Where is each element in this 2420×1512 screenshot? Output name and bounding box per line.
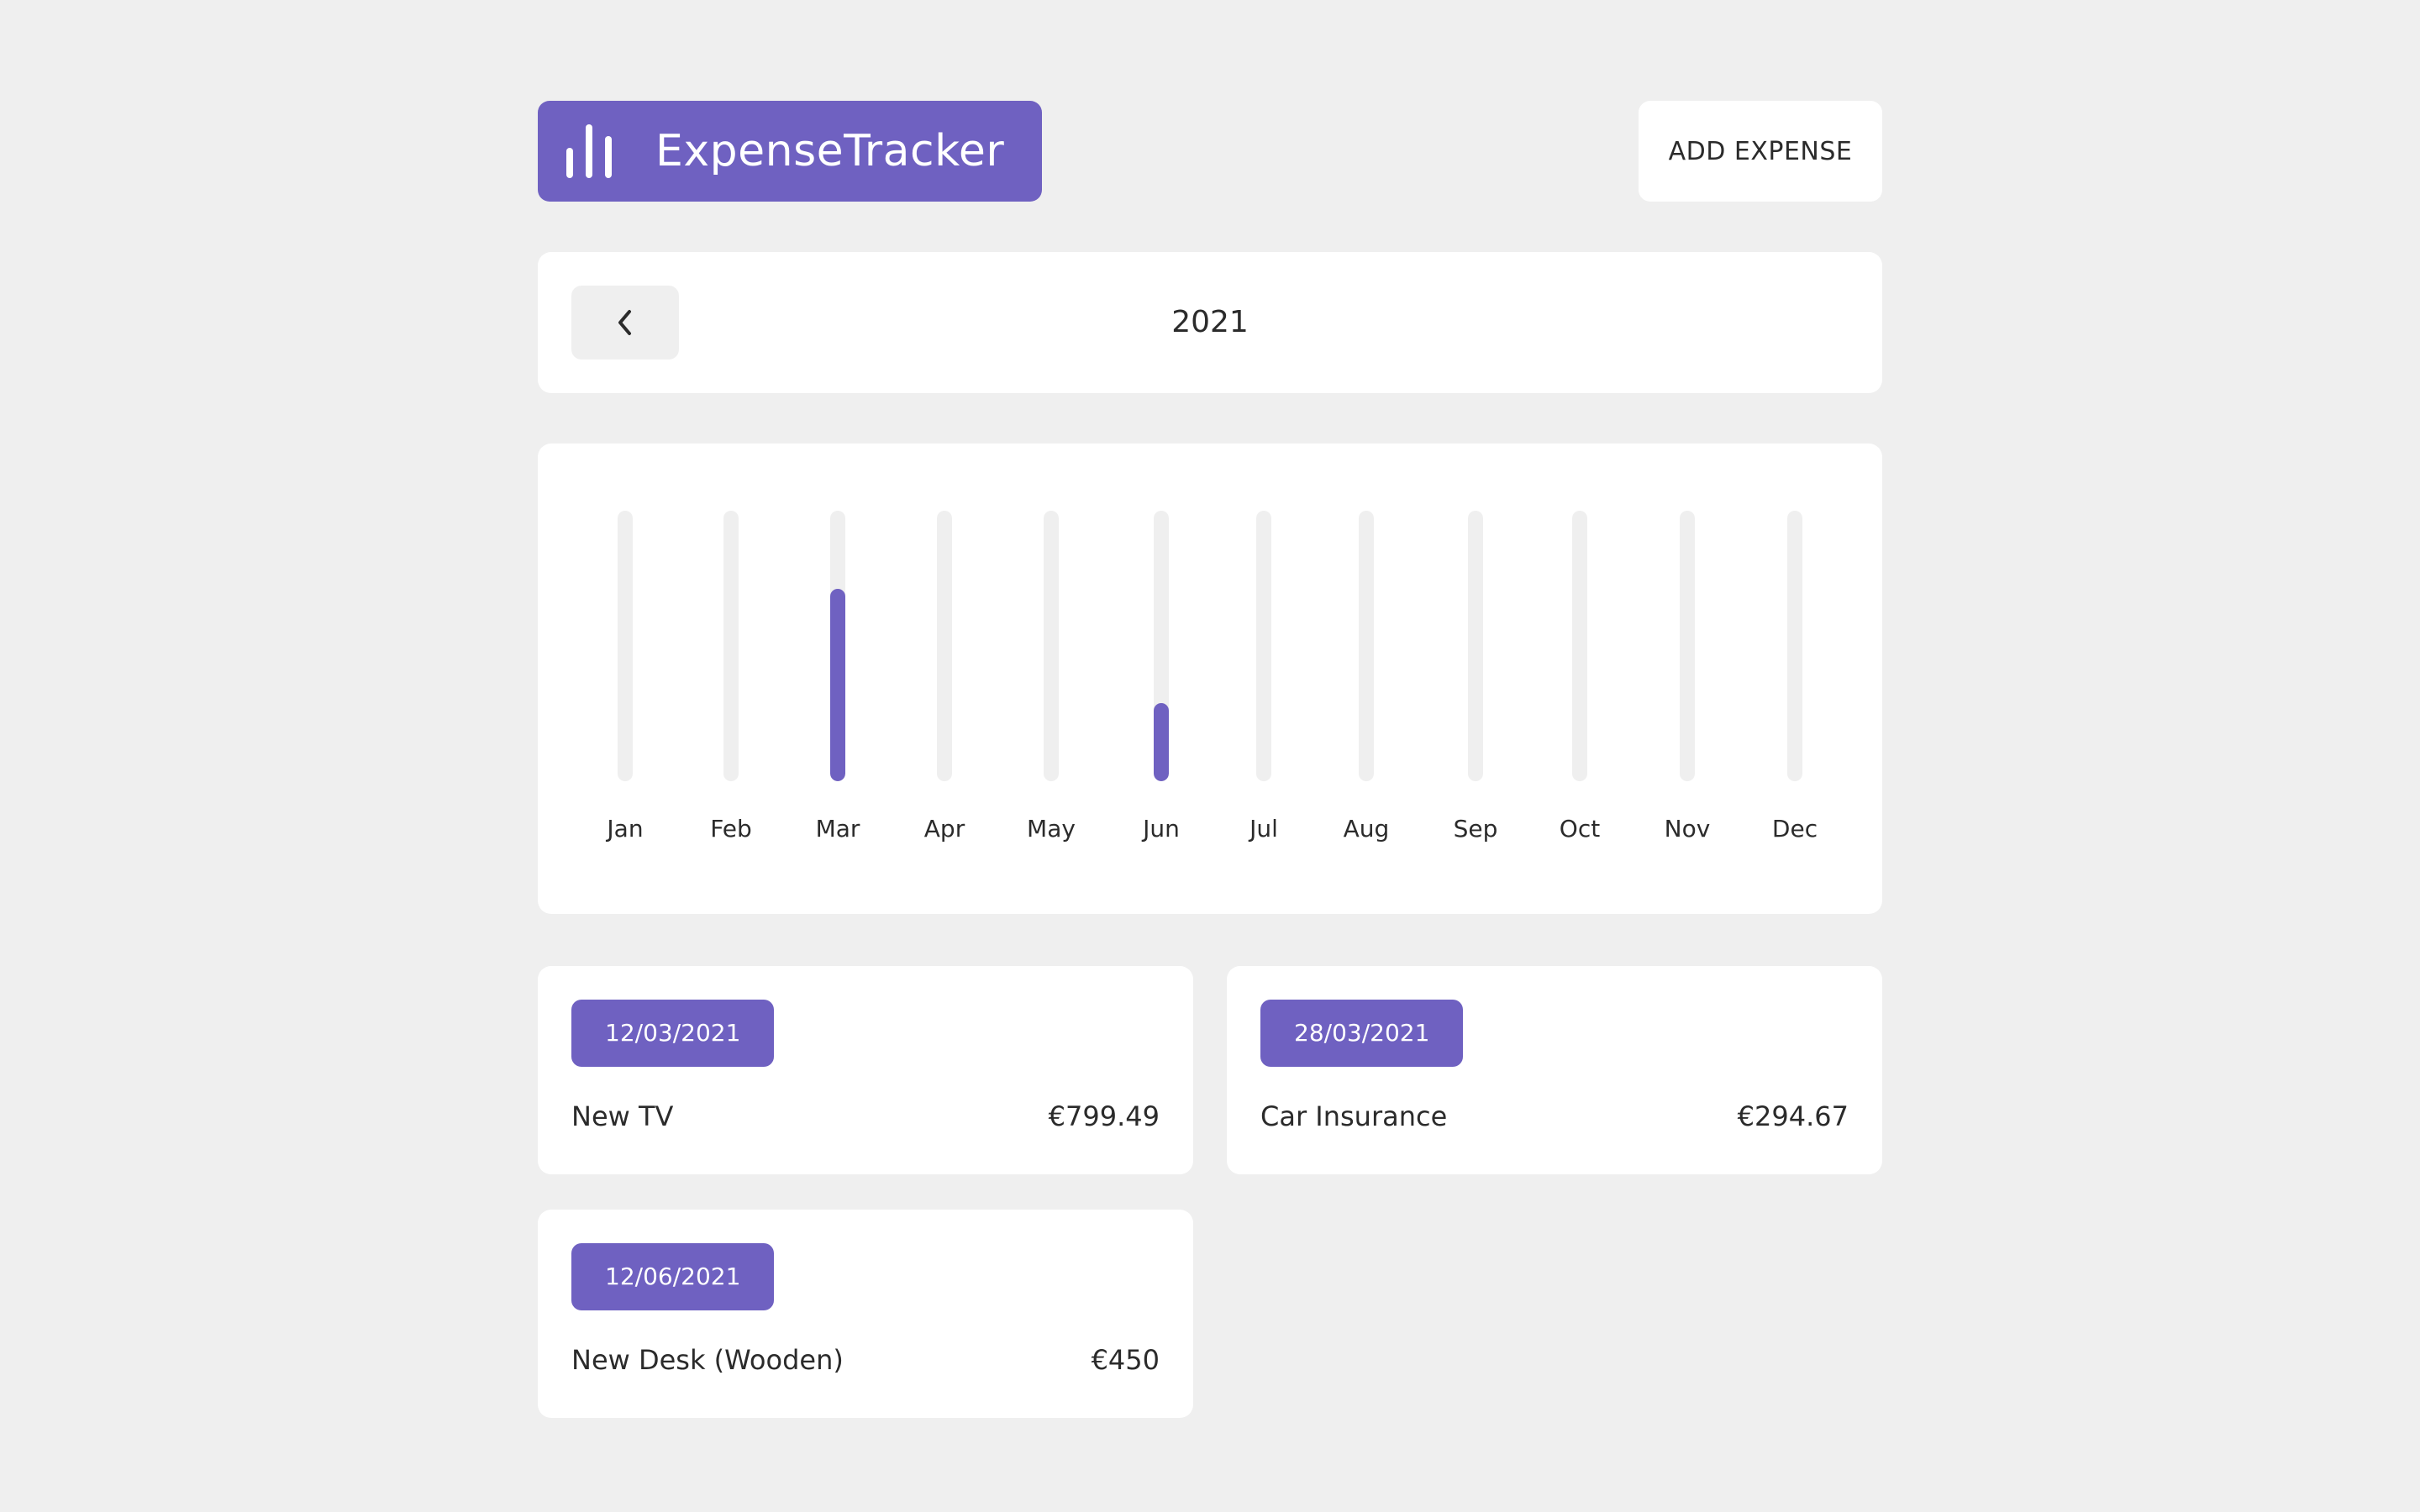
chart-bar-jul: Jul bbox=[1213, 511, 1314, 872]
chart-bar-jun: Jun bbox=[1111, 511, 1212, 872]
chart-bar-track bbox=[618, 511, 633, 781]
chart-bar-track bbox=[1256, 511, 1271, 781]
chart-tick-label: Sep bbox=[1453, 815, 1498, 843]
expense-date-badge: 28/03/2021 bbox=[1260, 1000, 1464, 1067]
chart-tick-label: Jan bbox=[607, 815, 644, 843]
chart-bar-track bbox=[830, 511, 845, 781]
chart-bar-track bbox=[1468, 511, 1483, 781]
monthly-expenses-chart: Jan Feb Mar Apr May Jun Jul Aug Sep Oct Nov Dec bbox=[538, 444, 1882, 914]
chart-tick-label: Apr bbox=[923, 815, 965, 843]
expense-amount: €294.67 bbox=[1737, 1100, 1849, 1132]
chart-bar-dec: Dec bbox=[1744, 511, 1845, 872]
chart-bar-track bbox=[1359, 511, 1374, 781]
header: ExpenseTracker ADD EXPENSE bbox=[538, 101, 1882, 202]
chart-bar-fill bbox=[830, 589, 845, 781]
chart-tick-label: Oct bbox=[1559, 815, 1601, 843]
add-expense-button[interactable]: ADD EXPENSE bbox=[1639, 101, 1882, 202]
expense-amount: €450 bbox=[1091, 1344, 1160, 1376]
chart-bar-nov: Nov bbox=[1637, 511, 1738, 872]
chart-bar-track bbox=[1044, 511, 1059, 781]
chart-tick-label: Jul bbox=[1249, 815, 1278, 843]
expense-card[interactable]: 12/06/2021 New Desk (Wooden) €450 bbox=[538, 1210, 1193, 1418]
expense-card[interactable]: 28/03/2021 Car Insurance €294.67 bbox=[1227, 966, 1882, 1174]
expense-date-badge: 12/06/2021 bbox=[571, 1243, 775, 1310]
expense-title: New Desk (Wooden) bbox=[571, 1344, 844, 1376]
chart-bar-feb: Feb bbox=[681, 511, 781, 872]
chart-bar-sep: Sep bbox=[1425, 511, 1526, 872]
year-label: 2021 bbox=[1171, 305, 1249, 339]
chart-bar-fill bbox=[1154, 703, 1169, 781]
chart-bar-mar: Mar bbox=[787, 511, 888, 872]
chart-bar-jan: Jan bbox=[575, 511, 676, 872]
chart-bar-aug: Aug bbox=[1316, 511, 1417, 872]
expense-title: Car Insurance bbox=[1260, 1100, 1448, 1132]
chart-bar-track bbox=[1680, 511, 1695, 781]
expense-date-badge: 12/03/2021 bbox=[571, 1000, 775, 1067]
chart-bar-oct: Oct bbox=[1529, 511, 1630, 872]
chart-tick-label: Dec bbox=[1771, 815, 1818, 843]
chart-bar-track bbox=[1787, 511, 1802, 781]
previous-year-button[interactable] bbox=[571, 286, 679, 360]
chart-tick-label: Feb bbox=[710, 815, 752, 843]
chart-tick-label: Nov bbox=[1664, 815, 1711, 843]
chart-tick-label: May bbox=[1027, 815, 1076, 843]
chart-bar-track bbox=[1572, 511, 1587, 781]
chart-bar-apr: Apr bbox=[894, 511, 995, 872]
chart-bar-track bbox=[723, 511, 739, 781]
expense-title: New TV bbox=[571, 1100, 674, 1132]
bar-chart-icon bbox=[566, 124, 612, 178]
chart-bar-track bbox=[937, 511, 952, 781]
expense-amount: €799.49 bbox=[1048, 1100, 1160, 1132]
year-selector: 2021 bbox=[538, 252, 1882, 393]
page: ExpenseTracker ADD EXPENSE 2021 Jan Feb Ma… bbox=[0, 0, 2420, 1512]
chart-tick-label: Mar bbox=[815, 815, 860, 843]
expense-card[interactable]: 12/03/2021 New TV €799.49 bbox=[538, 966, 1193, 1174]
chevron-left-icon bbox=[618, 310, 631, 335]
chart-bar-may: May bbox=[1001, 511, 1102, 872]
chart-tick-label: Jun bbox=[1143, 815, 1180, 843]
app-logo[interactable]: ExpenseTracker bbox=[538, 101, 1042, 202]
chart-bar-track bbox=[1154, 511, 1169, 781]
chart-tick-label: Aug bbox=[1343, 815, 1390, 843]
app-title: ExpenseTracker bbox=[655, 126, 1005, 176]
